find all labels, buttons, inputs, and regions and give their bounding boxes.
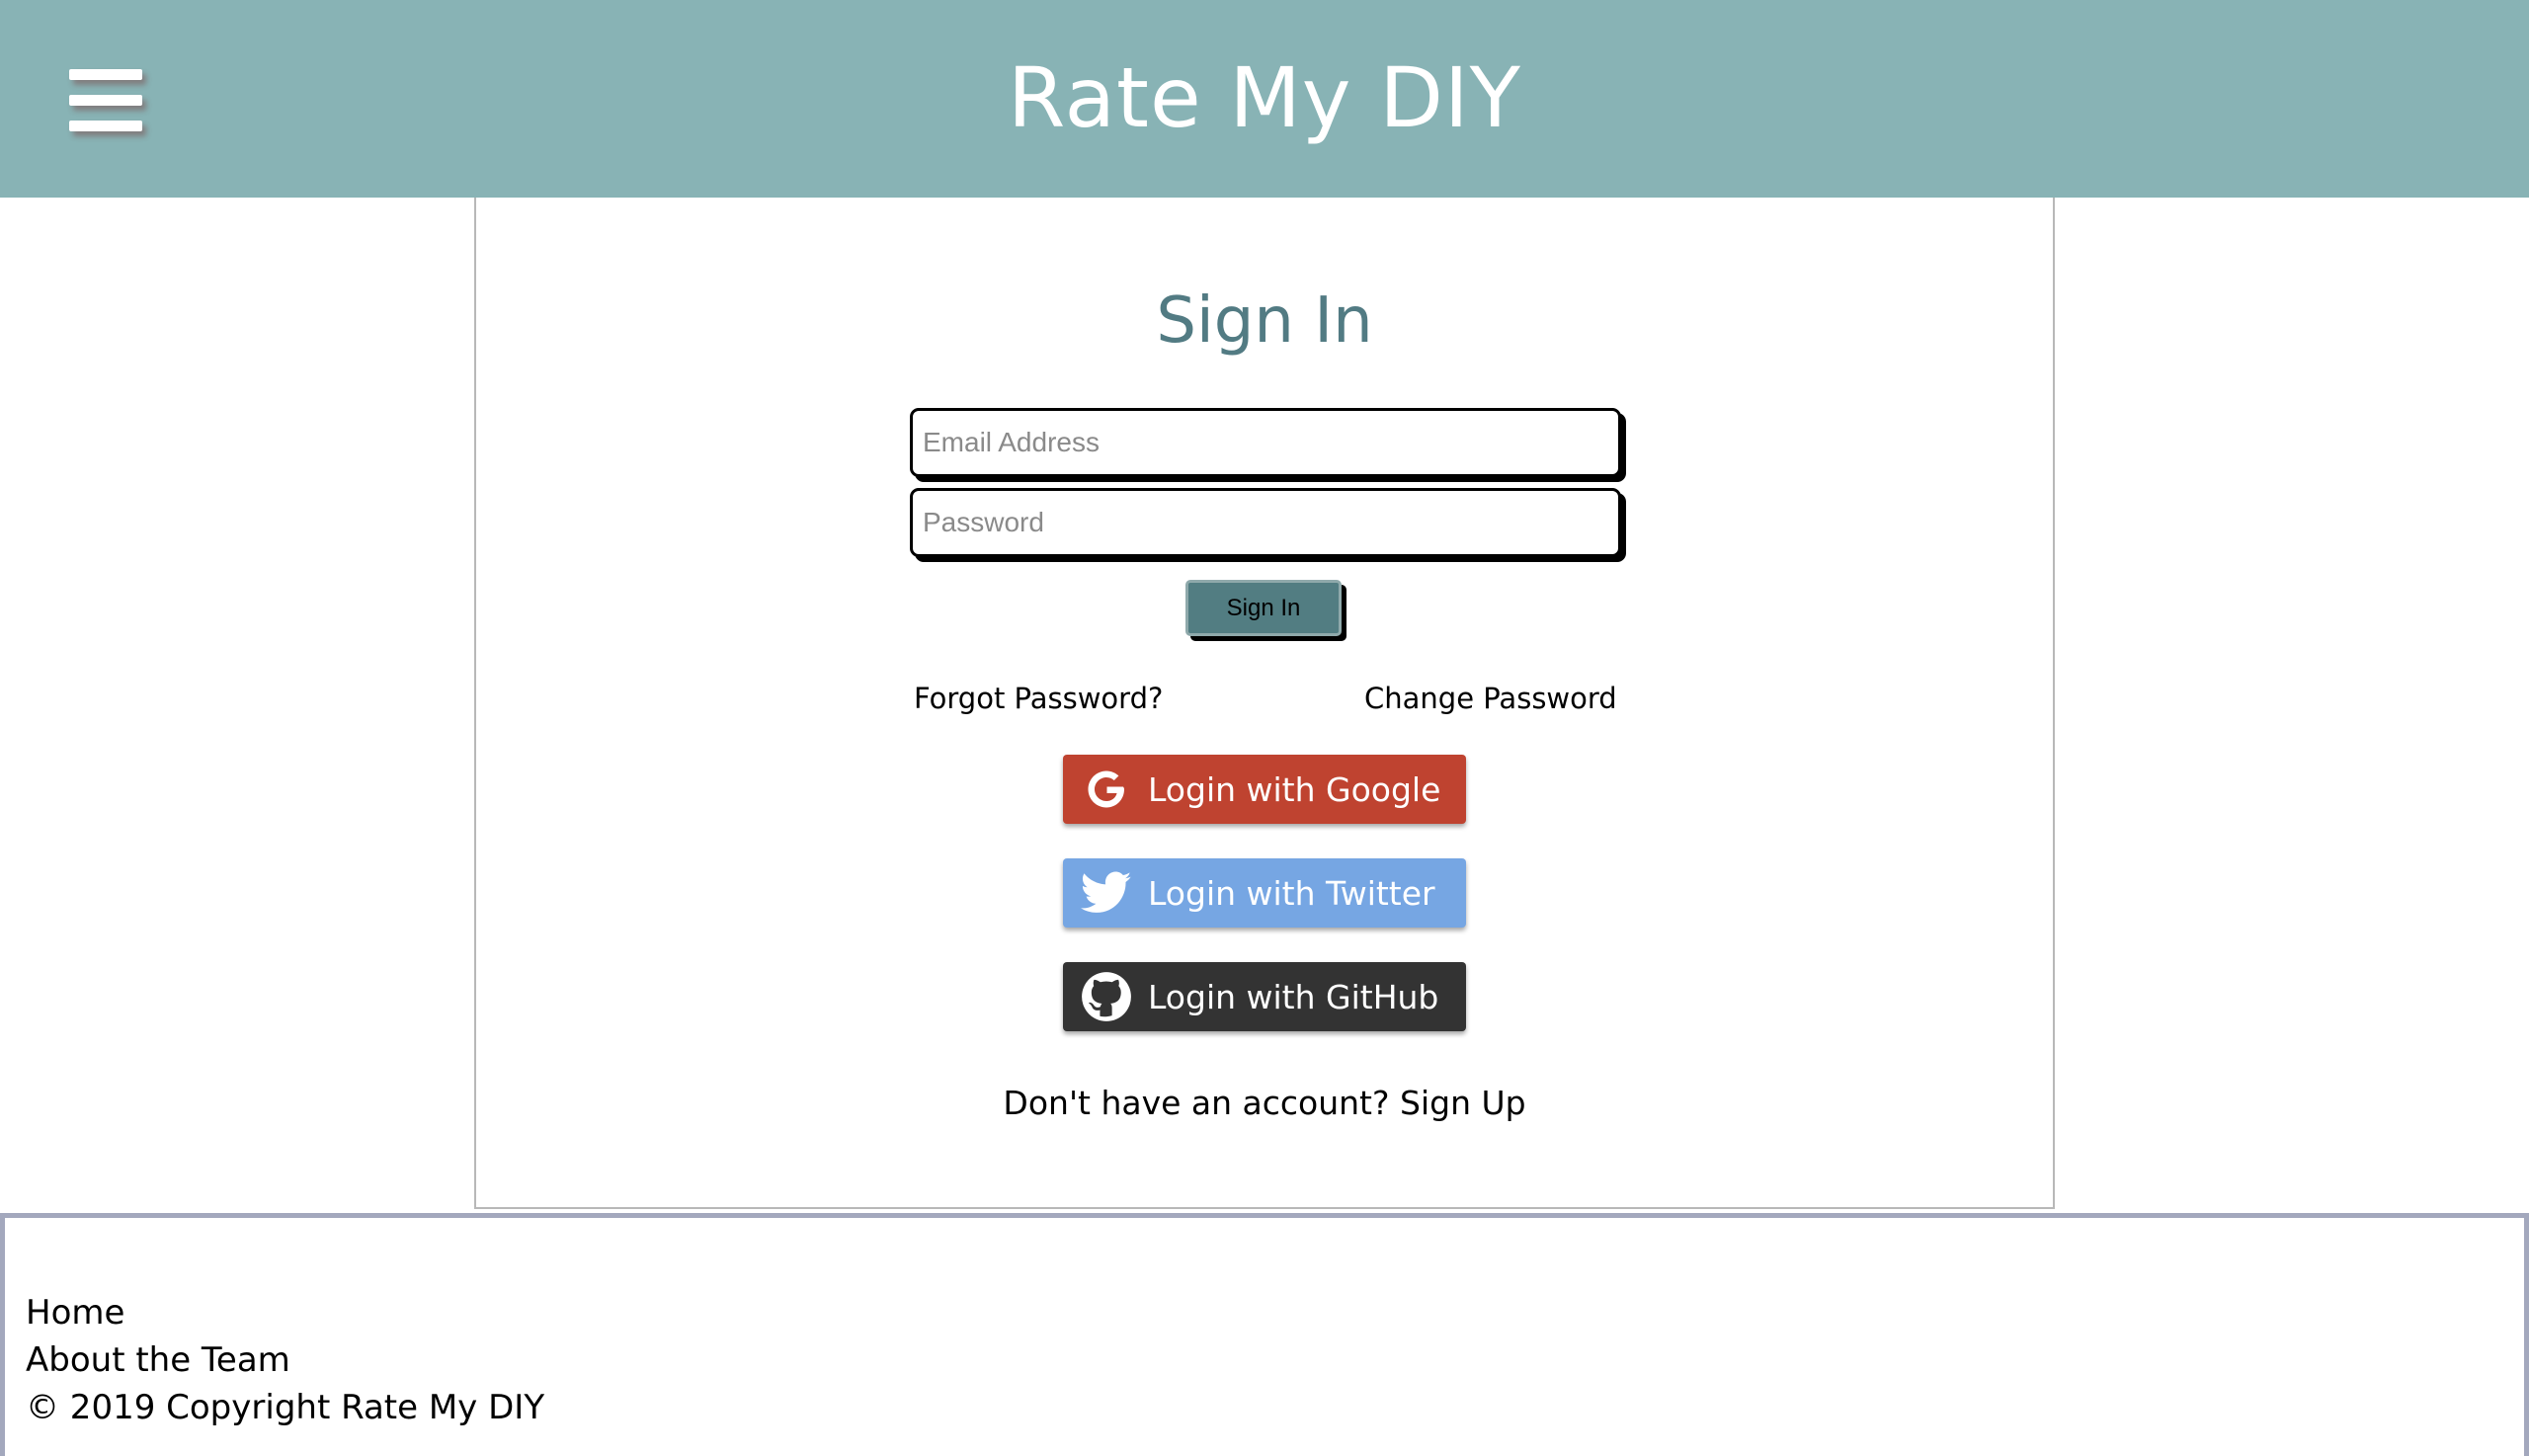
- signin-heading: Sign In: [1156, 284, 1373, 358]
- footer-copyright: © 2019 Copyright Rate My DIY: [26, 1388, 545, 1427]
- email-field[interactable]: [910, 408, 1621, 477]
- login-twitter-label: Login with Twitter: [1148, 873, 1435, 913]
- password-field[interactable]: [910, 488, 1621, 557]
- github-icon: [1081, 971, 1132, 1022]
- login-google-label: Login with Google: [1148, 769, 1441, 809]
- signup-link[interactable]: Sign Up: [1400, 1084, 1526, 1122]
- login-twitter-button[interactable]: Login with Twitter: [1063, 858, 1466, 928]
- twitter-icon: [1081, 867, 1132, 919]
- login-google-button[interactable]: Login with Google: [1063, 755, 1466, 824]
- signin-button[interactable]: Sign In: [1185, 580, 1342, 636]
- footer-link-about[interactable]: About the Team: [26, 1340, 290, 1380]
- change-password-link[interactable]: Change Password: [1364, 682, 1617, 715]
- login-github-button[interactable]: Login with GitHub: [1063, 962, 1466, 1031]
- footer-link-home[interactable]: Home: [26, 1293, 124, 1333]
- account-prompt: Don't have an account? Sign Up: [0, 1084, 2529, 1122]
- site-header: Rate My DIY: [0, 0, 2529, 198]
- site-title: Rate My DIY: [1008, 49, 1521, 146]
- site-footer: Home About the Team © 2019 Copyright Rat…: [0, 1213, 2529, 1456]
- login-github-label: Login with GitHub: [1148, 977, 1439, 1016]
- forgot-password-link[interactable]: Forgot Password?: [914, 682, 1163, 715]
- google-icon: [1081, 764, 1132, 815]
- account-prompt-text: Don't have an account?: [1003, 1084, 1400, 1122]
